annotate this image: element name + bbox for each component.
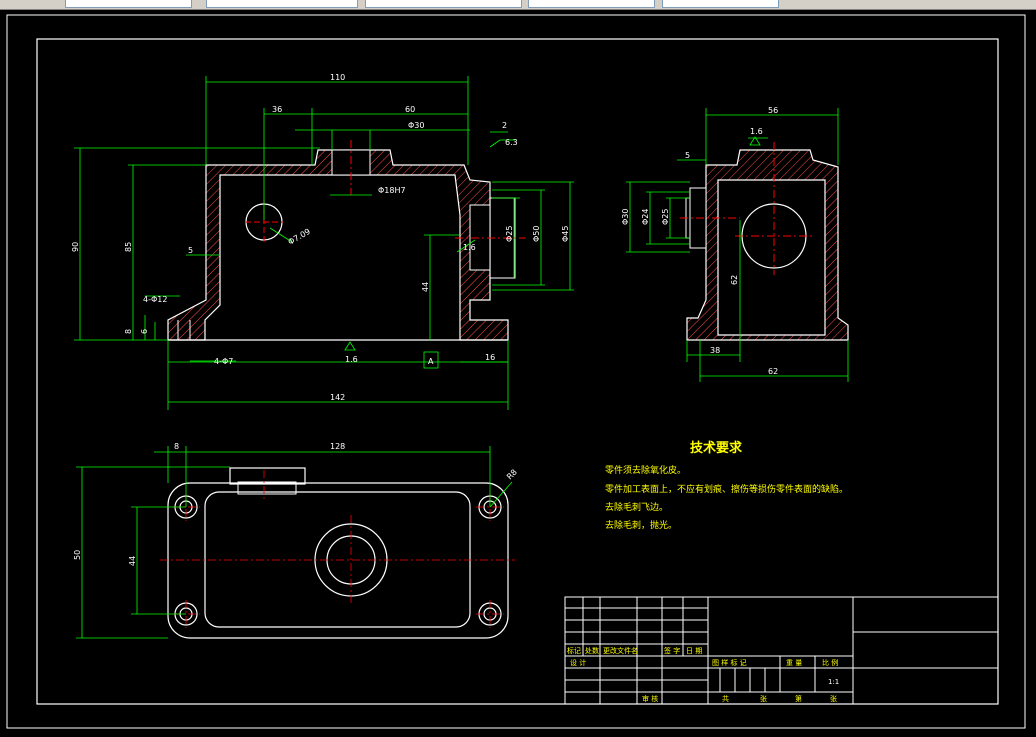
dim-label: 56 <box>768 106 778 115</box>
dim-label: Φ24 <box>641 209 650 225</box>
dim-label: 62 <box>730 275 739 285</box>
tb-cell: 设 计 <box>570 658 586 667</box>
dim-label: 8 <box>124 329 133 334</box>
drawing-canvas[interactable]: 110 36 60 Φ30 2 6.3 Φ18H7 Φ7.09 90 85 5 … <box>0 10 1036 733</box>
tb-cell: 更改文件名 <box>603 646 638 655</box>
dim-label: 62 <box>768 367 778 376</box>
top-dimension-texts: 8 128 R8 50 44 <box>73 442 519 566</box>
dim-label: 36 <box>272 105 282 114</box>
tb-cell: 重 量 <box>786 659 802 667</box>
dim-label: Φ50 <box>532 226 541 242</box>
dim-label: Φ7.09 <box>287 227 312 247</box>
dim-label: Φ30 <box>621 209 630 225</box>
dim-label: 44 <box>421 282 430 292</box>
dim-label: 2 <box>502 121 507 130</box>
tb-cell: 图 样 标 记 <box>712 658 747 667</box>
dim-label: 6 <box>140 329 149 334</box>
tb-cell: 日 期 <box>686 647 702 655</box>
dim-label: 85 <box>124 242 133 252</box>
dim-label: Φ25 <box>505 226 514 242</box>
top-view <box>160 467 515 639</box>
cad-toolbar <box>0 0 1036 10</box>
dim-label: 128 <box>330 442 345 451</box>
tech-line: 零件须去除氧化皮。 <box>605 464 686 476</box>
toolbar-field[interactable] <box>528 0 655 8</box>
toolbar-field[interactable] <box>206 0 358 8</box>
tb-cell: 标记 <box>567 646 581 655</box>
dim-label: Φ45 <box>561 226 570 242</box>
dim-label: Φ25 <box>661 209 670 225</box>
dim-label: 38 <box>710 346 720 355</box>
tb-cell: 第 <box>795 694 802 703</box>
tb-cell: 张 <box>760 694 767 703</box>
tb-cell: 张 <box>830 694 837 703</box>
datum-label: A <box>428 357 434 366</box>
dim-label: 1.6 <box>345 355 358 364</box>
dim-label: 60 <box>405 105 415 114</box>
front-dimension-texts: 110 36 60 Φ30 2 6.3 Φ18H7 Φ7.09 90 85 5 … <box>71 73 570 402</box>
tb-cell: 审 核 <box>642 694 658 703</box>
dim-label: 4-Φ7 <box>214 357 233 366</box>
dim-label: R8 <box>505 468 519 482</box>
cad-drawing: 110 36 60 Φ30 2 6.3 Φ18H7 Φ7.09 90 85 5 … <box>6 14 1026 729</box>
front-dimension-lines <box>74 76 574 410</box>
dim-label: 5 <box>188 246 193 255</box>
dim-label: 110 <box>330 73 345 82</box>
toolbar-field[interactable] <box>65 0 192 8</box>
toolbar-field[interactable] <box>365 0 522 8</box>
dim-label: Φ30 <box>408 121 424 130</box>
tb-cell: 共 <box>722 694 729 703</box>
tb-cell: 签 字 <box>664 646 680 655</box>
dim-label: 1.6 <box>750 127 763 136</box>
title-block-texts: 标记 处数 更改文件名 签 字 日 期 设 计 审 核 图 样 标 记 重 量 … <box>567 646 839 703</box>
technical-requirements: 技术要求 零件须去除氧化皮。 零件加工表面上，不应有划痕、擦伤等损伤零件表面的缺… <box>605 440 848 531</box>
dim-label: 8 <box>174 442 179 451</box>
dim-label: 90 <box>71 242 80 252</box>
toolbar-field[interactable] <box>662 0 779 8</box>
dim-label: 1.6 <box>463 243 476 252</box>
dim-label: 44 <box>128 556 137 566</box>
tech-line: 去除毛刺，抛光。 <box>605 519 677 531</box>
side-view <box>680 142 849 341</box>
sheet-outer-border <box>6 14 1026 729</box>
dim-label: 50 <box>73 550 82 560</box>
tech-line: 去除毛刺飞边。 <box>605 501 668 513</box>
front-view <box>167 140 525 341</box>
tb-cell: 处数 <box>585 646 599 655</box>
dim-label: Φ18H7 <box>378 186 406 195</box>
dim-label: 5 <box>685 151 690 160</box>
dim-label: 6.3 <box>505 138 518 147</box>
dim-label: 4-Φ12 <box>143 295 167 304</box>
top-dimension-lines <box>76 446 513 639</box>
tech-title: 技术要求 <box>690 440 743 456</box>
tb-cell: 比 例 <box>822 658 838 667</box>
tb-scale: 1:1 <box>828 678 839 686</box>
dim-label: 142 <box>330 393 345 402</box>
dim-label: 16 <box>485 353 495 362</box>
tech-line: 零件加工表面上，不应有划痕、擦伤等损伤零件表面的缺陷。 <box>605 483 848 495</box>
